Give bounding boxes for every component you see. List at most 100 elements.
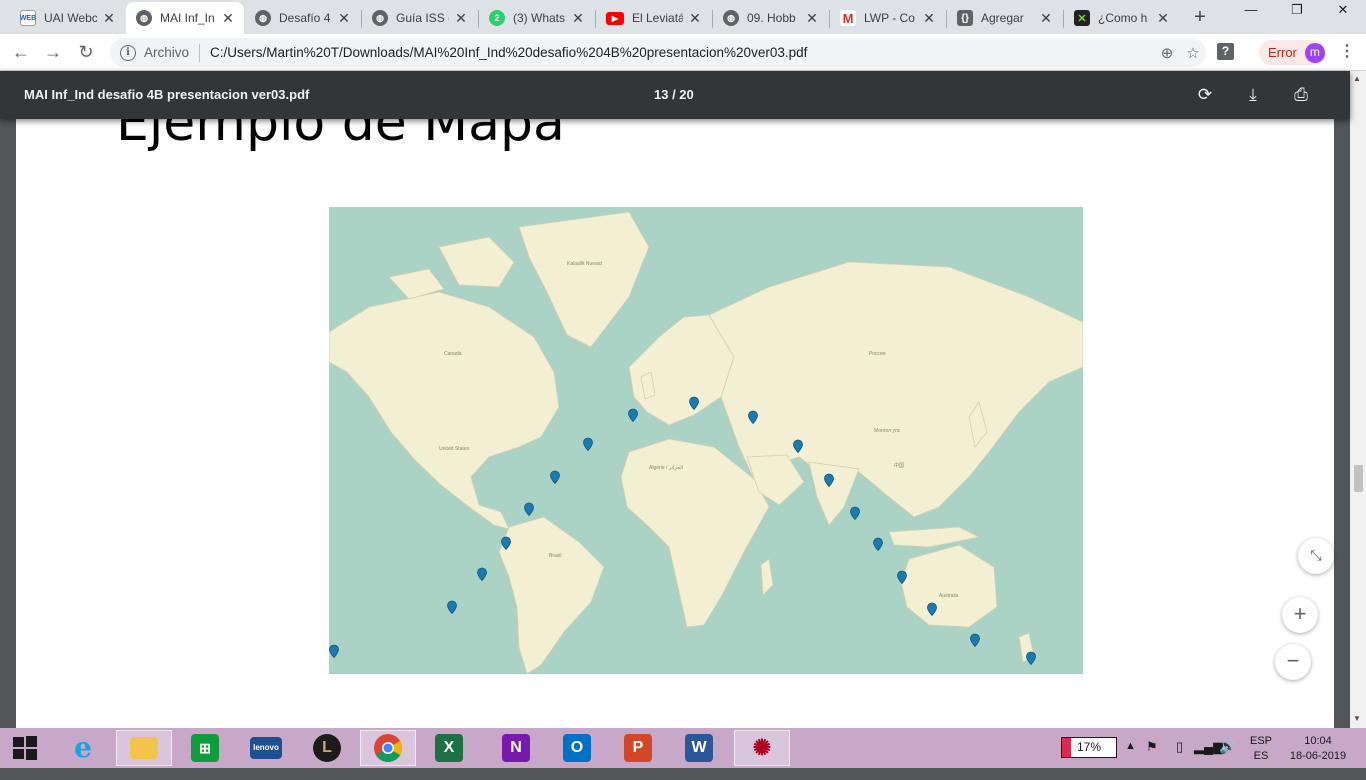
minimize-button[interactable]: — bbox=[1228, 0, 1274, 22]
taskbar-excel[interactable]: X bbox=[421, 730, 477, 766]
close-icon[interactable]: ✕ bbox=[687, 10, 703, 27]
label-usa: United States bbox=[439, 446, 470, 452]
fit-page-button[interactable]: ⤡ bbox=[1298, 538, 1334, 574]
tab-label: ¿Como h bbox=[1098, 11, 1148, 25]
scroll-up-icon[interactable]: ▲ bbox=[1353, 74, 1361, 83]
gmail-icon: M bbox=[840, 10, 856, 26]
battery-indicator[interactable]: 17% bbox=[1061, 737, 1117, 758]
chrome-menu-icon[interactable]: ⋮ bbox=[1338, 42, 1356, 62]
taskbar-internet-explorer[interactable]: e bbox=[55, 730, 111, 766]
print-icon[interactable]: ⎙ bbox=[1289, 83, 1313, 107]
label-canada: Canada bbox=[444, 351, 462, 357]
close-icon[interactable]: ✕ bbox=[804, 10, 820, 27]
forward-button[interactable]: → bbox=[40, 39, 66, 65]
taskbar-chrome[interactable] bbox=[360, 730, 416, 766]
tab-label: 09. Hobb bbox=[747, 11, 796, 25]
tab-gmail[interactable]: M LWP - Co ✕ bbox=[830, 2, 945, 34]
back-button[interactable]: ← bbox=[8, 39, 34, 65]
tab-label: Guía ISS ( bbox=[396, 11, 449, 25]
tab-label: UAI Webc bbox=[44, 11, 97, 25]
rotate-icon[interactable]: ⟳ bbox=[1193, 83, 1217, 107]
close-icon[interactable]: ✕ bbox=[570, 10, 586, 27]
zoom-in-button[interactable]: + bbox=[1282, 597, 1318, 633]
phone-battery-icon[interactable]: ▯ bbox=[1176, 739, 1183, 779]
reload-button[interactable]: ↻ bbox=[73, 39, 99, 65]
spider-icon: ✺ bbox=[752, 735, 772, 760]
taskbar-league[interactable]: L bbox=[299, 730, 355, 766]
address-divider bbox=[199, 43, 201, 62]
youtube-icon: ▶ bbox=[606, 11, 624, 25]
clock-time: 10:04 bbox=[1304, 735, 1332, 747]
profile-error-button[interactable]: Error m bbox=[1259, 40, 1326, 65]
tab-como[interactable]: ✕ ¿Como h ✕ bbox=[1064, 2, 1179, 34]
braces-icon: {} bbox=[957, 10, 973, 26]
flag-icon[interactable]: ⚑ bbox=[1146, 739, 1158, 779]
new-tab-button[interactable]: + bbox=[1188, 5, 1212, 29]
onenote-icon: N bbox=[502, 734, 530, 762]
extension-help-icon[interactable]: ? bbox=[1217, 43, 1234, 60]
close-icon[interactable]: ✕ bbox=[1155, 10, 1171, 27]
windows-taskbar: e ⊞ lenovo L X N O P W ✺ 17% ▲ ⚑ ▯ ▂▄▆ 🔊… bbox=[0, 728, 1366, 768]
browser-toolbar: ← → ↻ i Archivo C:/Users/Martin%20T/Down… bbox=[0, 34, 1366, 71]
clock[interactable]: 10:04 18-06-2019 bbox=[1286, 734, 1350, 774]
taskbar-outlook[interactable]: O bbox=[549, 730, 605, 766]
lenovo-icon: lenovo bbox=[250, 737, 282, 759]
close-icon[interactable]: ✕ bbox=[336, 10, 352, 27]
globe-icon: ◍ bbox=[136, 10, 152, 26]
language-indicator[interactable]: ESP ES bbox=[1250, 734, 1272, 774]
address-url[interactable]: C:/Users/Martin%20T/Downloads/MAI%20Inf_… bbox=[210, 45, 1154, 60]
internet-explorer-icon: e bbox=[74, 731, 92, 764]
vertical-scrollbar[interactable]: ▲ ▼ bbox=[1350, 71, 1366, 728]
taskbar-onenote[interactable]: N bbox=[488, 730, 544, 766]
scroll-down-icon[interactable]: ▼ bbox=[1353, 714, 1361, 723]
tab-youtube[interactable]: ▶ El Leviatá ✕ bbox=[596, 2, 711, 34]
world-map-image: Kalaallit Nunaat Canada United States Ро… bbox=[329, 207, 1083, 674]
tab-label: (3) Whats bbox=[513, 11, 566, 25]
show-hidden-icons[interactable]: ▲ bbox=[1125, 740, 1136, 780]
close-icon[interactable]: ✕ bbox=[220, 10, 236, 27]
bookmark-star-icon[interactable]: ☆ bbox=[1180, 44, 1206, 62]
zoom-out-button[interactable]: − bbox=[1275, 644, 1311, 680]
label-russia: Россия bbox=[869, 351, 886, 357]
tab-mai-pdf[interactable]: ◍ MAI Inf_In ✕ bbox=[126, 2, 244, 34]
close-icon[interactable]: ✕ bbox=[921, 10, 937, 27]
tab-agregar[interactable]: {} Agregar ✕ bbox=[947, 2, 1062, 34]
tab-desafio[interactable]: ◍ Desafío 4 ✕ bbox=[245, 2, 360, 34]
address-bar[interactable]: i Archivo C:/Users/Martin%20T/Downloads/… bbox=[110, 38, 1206, 67]
close-icon[interactable]: ✕ bbox=[101, 10, 117, 27]
close-icon[interactable]: ✕ bbox=[1038, 10, 1054, 27]
globe-icon: ◍ bbox=[723, 10, 739, 26]
scrollbar-thumb[interactable] bbox=[1354, 465, 1363, 492]
start-button[interactable] bbox=[0, 730, 50, 766]
taskbar-spider-app[interactable]: ✺ bbox=[734, 730, 790, 766]
label-china: 中国 bbox=[894, 462, 904, 469]
word-icon: W bbox=[685, 734, 713, 762]
pdf-title: MAI Inf_Ind desafio 4B presentacion ver0… bbox=[24, 87, 310, 102]
clock-date: 18-06-2019 bbox=[1289, 750, 1347, 762]
tab-guia-iss[interactable]: ◍ Guía ISS ( ✕ bbox=[362, 2, 477, 34]
taskbar-file-explorer[interactable] bbox=[116, 730, 172, 766]
taskbar-store[interactable]: ⊞ bbox=[177, 730, 233, 766]
tab-label: LWP - Co bbox=[864, 11, 915, 25]
download-icon[interactable]: ⤓ bbox=[1241, 83, 1265, 107]
address-scheme: Archivo bbox=[144, 45, 190, 60]
tab-label: El Leviatá bbox=[632, 11, 683, 25]
restore-button[interactable]: ❐ bbox=[1274, 0, 1320, 22]
whatsapp-icon: 2 bbox=[489, 10, 505, 26]
tab-label: Agregar bbox=[981, 11, 1024, 25]
taskbar-word[interactable]: W bbox=[671, 730, 727, 766]
outlook-icon: O bbox=[563, 734, 591, 762]
label-australia: Australia bbox=[939, 593, 959, 599]
volume-icon[interactable]: 🔊 bbox=[1219, 738, 1236, 778]
taskbar-powerpoint[interactable]: P bbox=[610, 730, 666, 766]
zoom-icon[interactable]: ⊕ bbox=[1154, 44, 1180, 62]
close-icon[interactable]: ✕ bbox=[453, 10, 469, 27]
page-indicator[interactable]: 13 / 20 bbox=[654, 87, 694, 102]
tab-uai[interactable]: WEB UAI Webc ✕ bbox=[10, 2, 125, 34]
info-icon[interactable]: i bbox=[120, 44, 136, 61]
taskbar-lenovo[interactable]: lenovo bbox=[238, 730, 294, 766]
pdf-page: Ejemplo de Mapa Kalaallit Nunaat Canada … bbox=[16, 71, 1334, 728]
tab-whatsapp[interactable]: 2 (3) Whats ✕ bbox=[479, 2, 594, 34]
close-window-button[interactable]: ✕ bbox=[1320, 0, 1366, 22]
tab-hobbes[interactable]: ◍ 09. Hobb ✕ bbox=[713, 2, 828, 34]
